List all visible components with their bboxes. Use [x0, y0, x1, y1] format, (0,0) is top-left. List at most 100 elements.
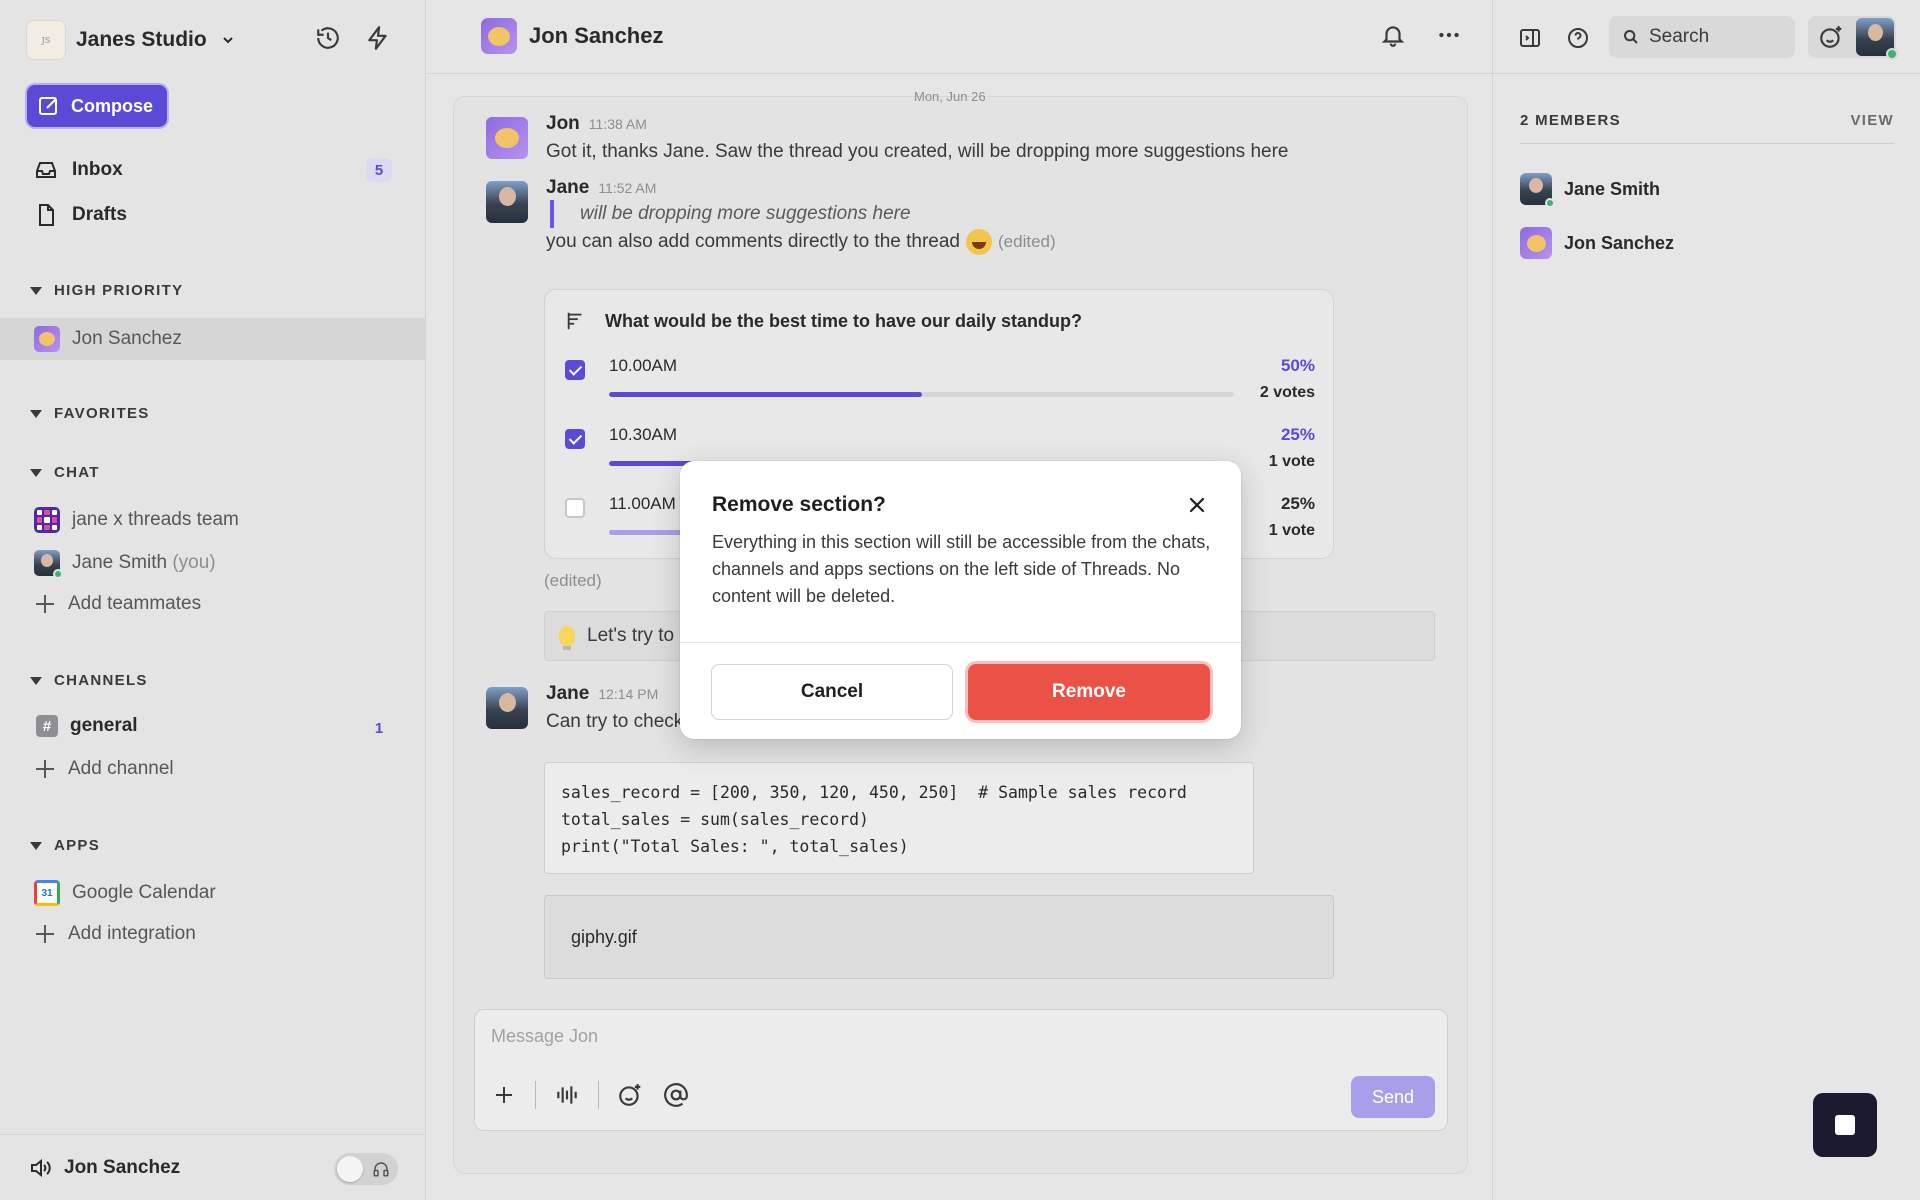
workspace-logo: JS	[26, 20, 66, 60]
section-title: FAVORITES	[54, 405, 150, 422]
search-label: Search	[1649, 26, 1710, 47]
section-apps[interactable]: APPS	[30, 837, 100, 854]
sidebar-item-jane-smith[interactable]: Jane Smith (you)	[34, 550, 216, 579]
sidebar-item-team-chat[interactable]: jane x threads team	[34, 507, 239, 533]
search-icon	[1623, 29, 1639, 45]
plus-icon	[34, 923, 56, 945]
nav-drafts[interactable]: Drafts	[34, 203, 127, 227]
message-input[interactable]	[491, 1026, 1391, 1047]
edited-label: (edited)	[998, 232, 1056, 252]
compose-label: Compose	[71, 95, 154, 116]
user-avatar[interactable]	[1856, 18, 1898, 60]
cancel-button[interactable]: Cancel	[711, 664, 953, 720]
poll-option-label: 10.00AM	[609, 356, 678, 375]
members-header: 2 MEMBERS VIEW	[1520, 112, 1894, 144]
nav-inbox[interactable]: Inbox	[34, 158, 123, 182]
stop-recording-button[interactable]	[1813, 1093, 1877, 1157]
grinning-emoji-icon	[966, 229, 993, 255]
view-members-link[interactable]: VIEW	[1850, 112, 1894, 129]
poll-checkbox[interactable]	[565, 429, 585, 449]
poll-option[interactable]: 10.00AM 50% 2 votes	[565, 356, 1315, 416]
message-text: Can try to check	[546, 711, 684, 732]
avatar[interactable]	[486, 687, 528, 729]
nav-inbox-label: Inbox	[72, 159, 123, 180]
online-indicator	[1545, 198, 1555, 208]
drafts-icon	[34, 203, 58, 227]
emoji-status-icon[interactable]	[1818, 24, 1844, 50]
poll-votes: 1 vote	[1268, 522, 1315, 539]
message-text: you can also add comments directly to th…	[546, 231, 961, 253]
more-icon[interactable]	[1436, 22, 1462, 48]
huddle-label: Jon Sanchez	[64, 1156, 181, 1178]
message-author[interactable]: Jon	[546, 113, 580, 135]
mention-icon[interactable]	[661, 1080, 691, 1110]
huddle-toggle[interactable]	[334, 1153, 398, 1185]
add-integration-button[interactable]: Add integration	[34, 923, 196, 945]
poll-checkbox[interactable]	[565, 498, 585, 518]
lightning-icon[interactable]	[364, 24, 392, 52]
huddle-bar: Jon Sanchez	[0, 1134, 426, 1200]
poll-question: What would be the best time to have our …	[605, 310, 1083, 331]
message-author[interactable]: Jane	[546, 177, 589, 199]
inbox-icon	[34, 158, 58, 182]
google-calendar-icon: 31	[34, 880, 60, 906]
workspace-name: Janes Studio	[76, 28, 207, 51]
sidebar-item-label: Google Calendar	[72, 882, 216, 903]
add-teammates-button[interactable]: Add teammates	[34, 593, 201, 615]
members-count: 2 MEMBERS	[1520, 112, 1621, 129]
avatar	[1520, 227, 1552, 259]
waveform-icon[interactable]	[552, 1080, 582, 1110]
compose-button[interactable]: Compose	[27, 85, 167, 127]
section-title: APPS	[54, 837, 101, 854]
section-chat[interactable]: CHAT	[30, 464, 100, 481]
you-suffix: (you)	[172, 552, 216, 573]
callout-text: Let's try to	[587, 625, 675, 646]
poll-option-label: 10.30AM	[609, 425, 678, 444]
message-time: 11:38 AM	[588, 116, 647, 132]
avatar[interactable]	[486, 117, 528, 159]
message-author[interactable]: Jane	[546, 683, 589, 705]
poll-votes: 1 vote	[1268, 453, 1315, 470]
workspace-switcher[interactable]: JS Janes Studio	[26, 20, 235, 60]
add-channel-button[interactable]: Add channel	[34, 758, 174, 780]
sidebar-item-jon-sanchez[interactable]: Jon Sanchez	[0, 318, 426, 360]
profile-area	[1808, 16, 1898, 60]
plus-icon	[34, 758, 56, 780]
plus-icon[interactable]	[489, 1080, 519, 1110]
add-channel-label: Add channel	[68, 758, 174, 779]
sidebar-item-label: Jane Smith	[72, 552, 168, 573]
poll-checkbox[interactable]	[565, 360, 585, 380]
sidebar-item-google-calendar[interactable]: 31 Google Calendar	[34, 880, 216, 906]
member-item[interactable]: Jon Sanchez	[1520, 227, 1674, 259]
quoted-text: will be dropping more suggestions here	[550, 200, 911, 228]
sidebar-item-general[interactable]: # general	[34, 715, 138, 737]
avatar	[481, 18, 517, 54]
avatar[interactable]	[486, 181, 528, 223]
member-name: Jon Sanchez	[1564, 232, 1675, 253]
code-line: print("Total Sales: ", total_sales)	[561, 837, 909, 856]
poll-percent: 25%	[1280, 494, 1315, 513]
section-favorites[interactable]: FAVORITES	[30, 405, 150, 422]
close-icon[interactable]	[1187, 495, 1207, 515]
remove-button[interactable]: Remove	[968, 664, 1210, 720]
history-icon[interactable]	[314, 24, 342, 52]
speaker-icon[interactable]	[28, 1156, 52, 1180]
divider	[680, 642, 1241, 643]
search-box[interactable]: Search	[1609, 16, 1795, 58]
nav-drafts-label: Drafts	[72, 204, 127, 225]
caret-down-icon	[30, 841, 42, 850]
section-channels[interactable]: CHANNELS	[30, 672, 148, 689]
add-integration-label: Add integration	[68, 923, 196, 944]
bell-icon[interactable]	[1380, 22, 1406, 48]
help-icon[interactable]	[1564, 24, 1592, 52]
send-button[interactable]: Send	[1351, 1076, 1435, 1118]
section-high-priority[interactable]: HIGH PRIORITY	[30, 282, 183, 299]
message-composer: Send	[474, 1009, 1448, 1131]
attachment-file[interactable]: giphy.gif	[544, 895, 1334, 979]
member-item[interactable]: Jane Smith	[1520, 173, 1660, 208]
emoji-icon[interactable]	[615, 1080, 645, 1110]
stop-icon	[1835, 1115, 1855, 1135]
panel-icon[interactable]	[1516, 24, 1544, 52]
avatar	[34, 550, 63, 579]
code-line: total_sales = sum(sales_record)	[561, 810, 869, 829]
